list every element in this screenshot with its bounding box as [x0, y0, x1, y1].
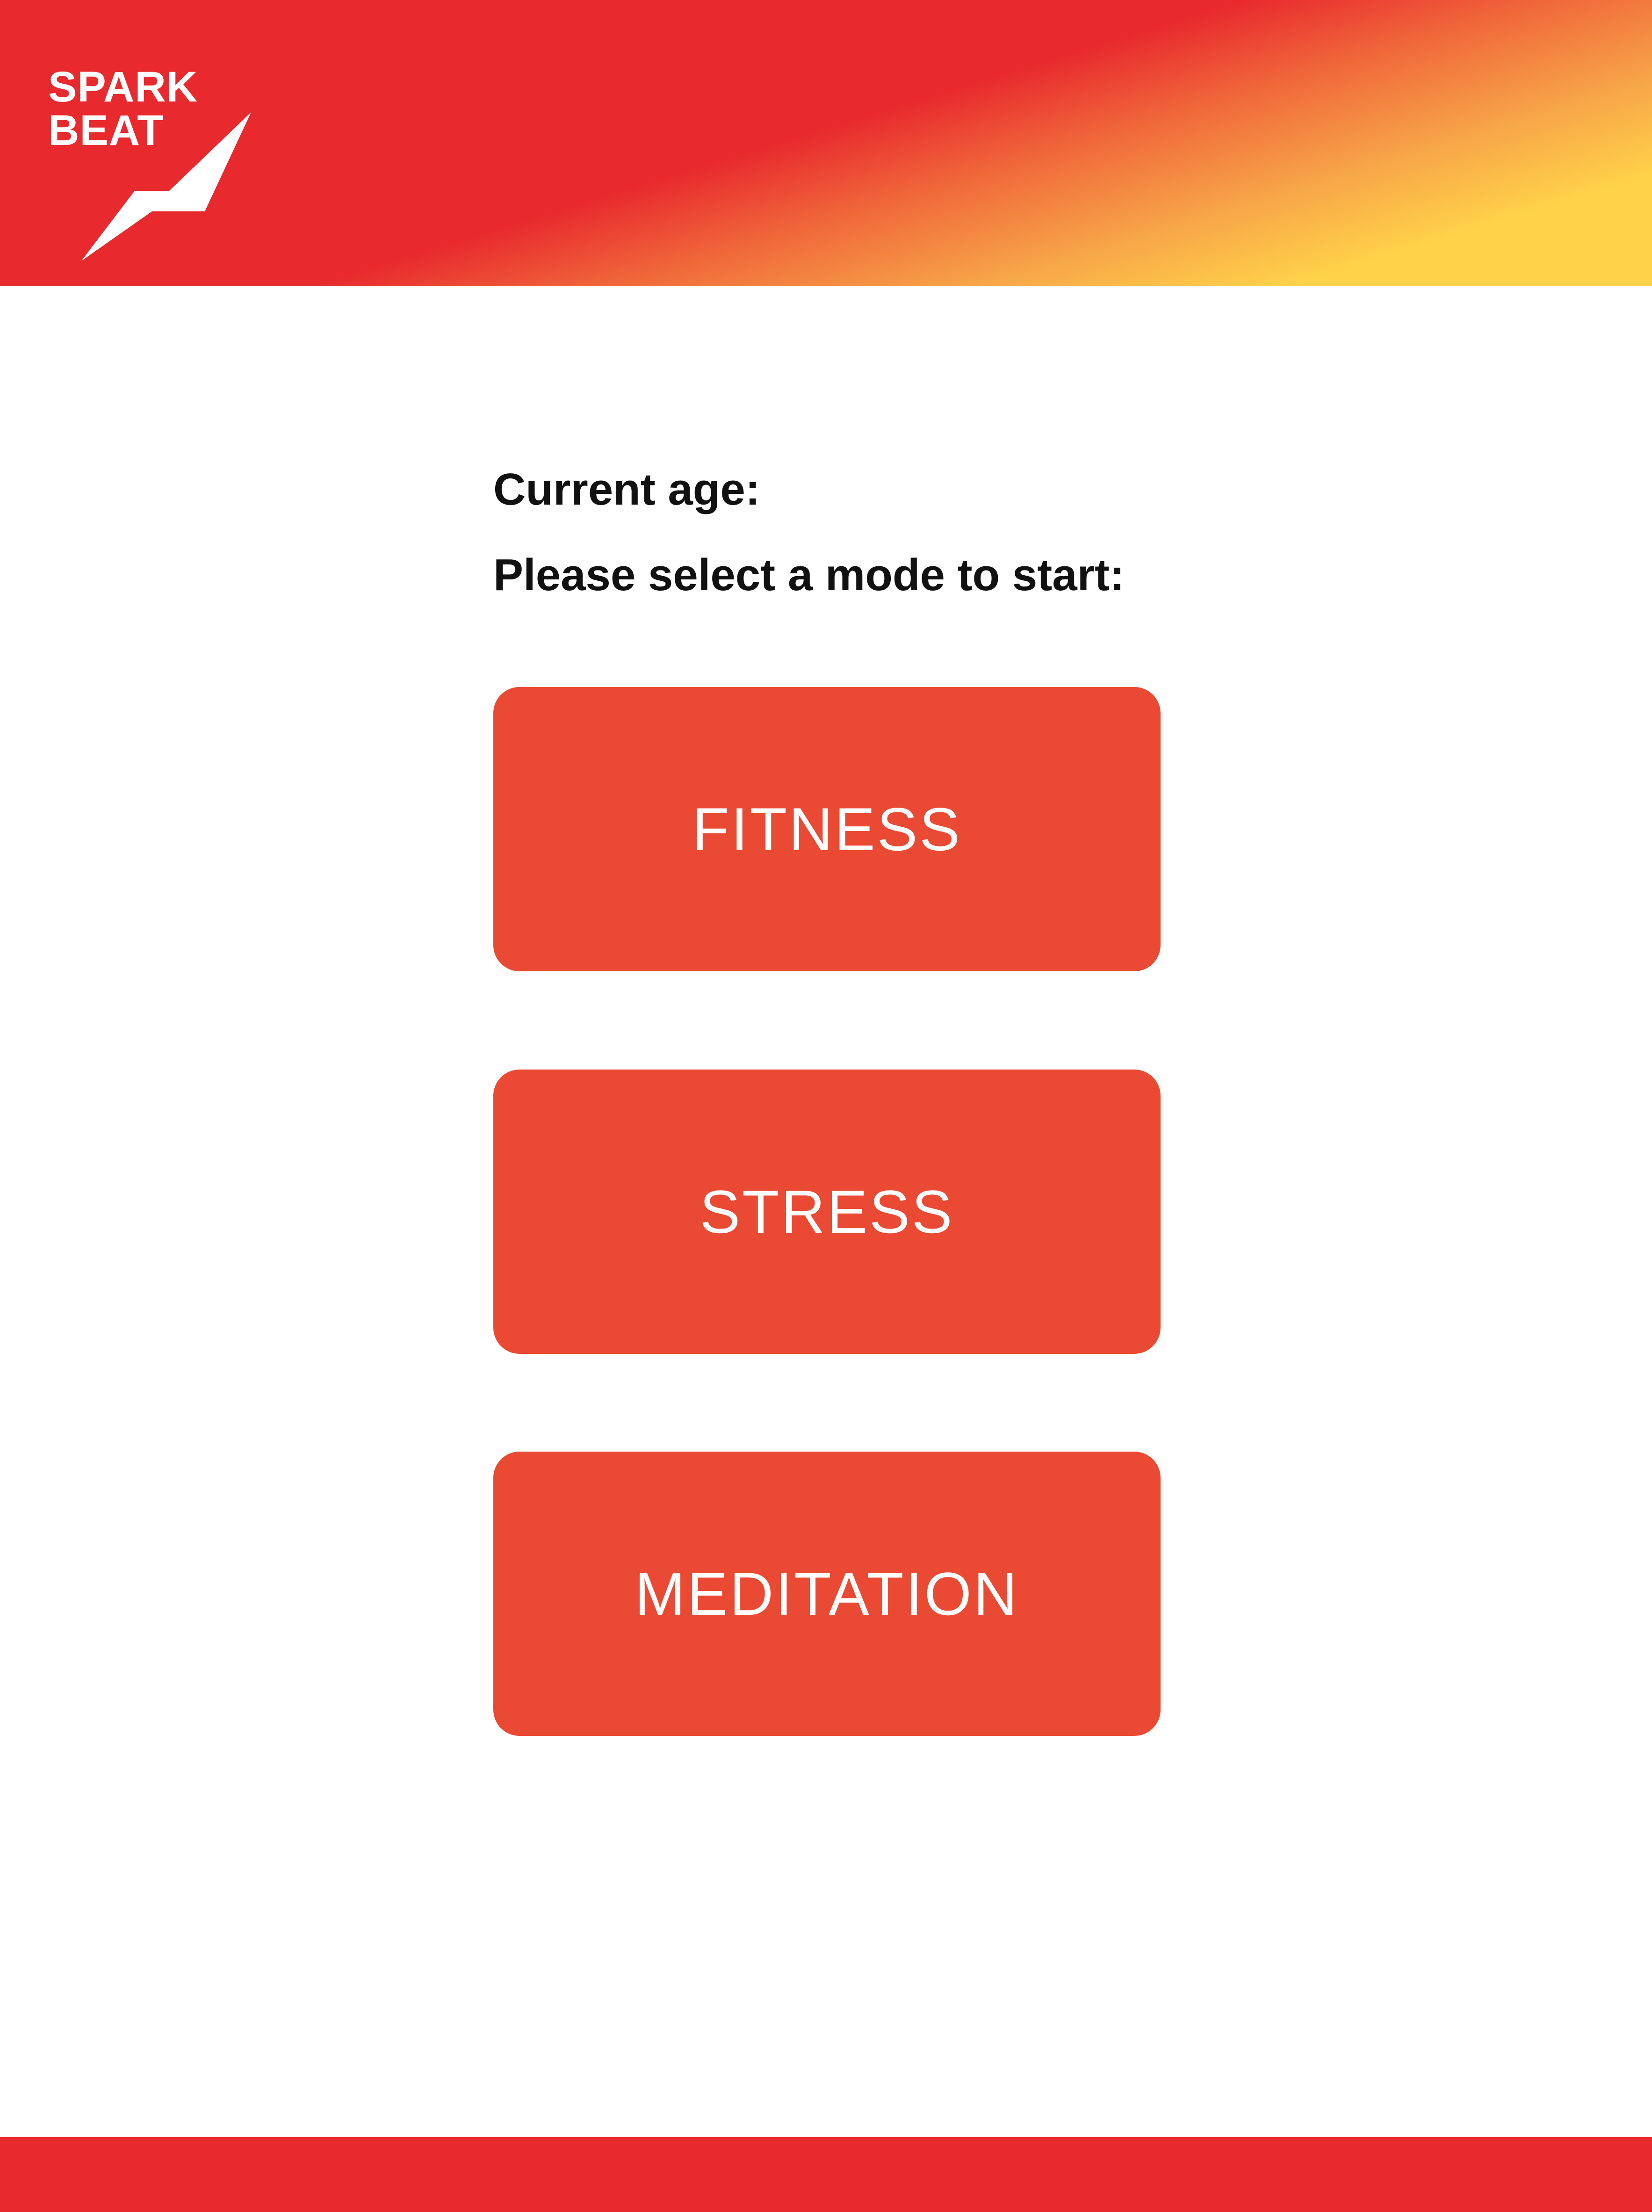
- footer-bar: [0, 2137, 1652, 2212]
- fitness-mode-button[interactable]: FITNESS: [493, 687, 1161, 971]
- current-age-label: Current age:: [493, 464, 760, 514]
- header-banner: SPARK BEAT: [0, 0, 1652, 286]
- mode-prompt: Please select a mode to start:: [493, 550, 1125, 600]
- meditation-mode-button[interactable]: MEDITATION: [493, 1452, 1161, 1736]
- brand-name-line1: SPARK: [48, 63, 198, 111]
- stress-mode-button[interactable]: STRESS: [493, 1070, 1161, 1354]
- spark-bolt-icon: [81, 112, 251, 261]
